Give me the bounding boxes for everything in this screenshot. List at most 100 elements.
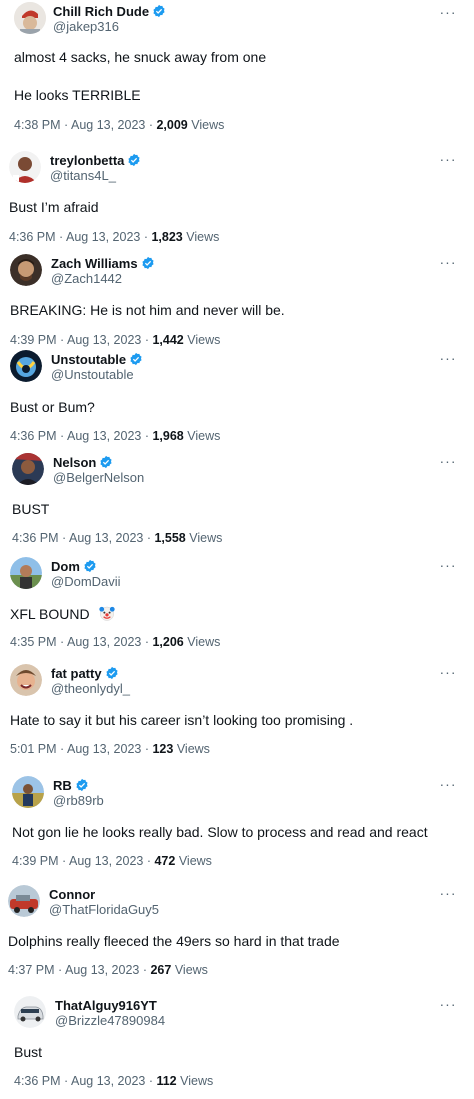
avatar[interactable]: [10, 664, 42, 696]
tweet-date: Aug 13, 2023: [64, 963, 140, 977]
verified-badge-icon: [130, 352, 142, 366]
display-name[interactable]: Dom: [51, 559, 80, 574]
tweet-meta[interactable]: 4:39 PM · Aug 13, 2023 · 1,442 Views: [10, 333, 220, 347]
tweet-text: BREAKING: He is not him and never will b…: [10, 302, 285, 318]
tweet-date: Aug 13, 2023: [65, 230, 141, 244]
verified-badge-icon: [106, 666, 118, 680]
clown-face-emoji: [98, 606, 115, 621]
tweet-text: Bust or Bum?: [10, 399, 95, 415]
tweet-date: Aug 13, 2023: [70, 1074, 146, 1088]
tweet-date: Aug 13, 2023: [66, 429, 142, 443]
verified-badge-icon: [84, 559, 96, 573]
view-count: 267: [150, 963, 172, 977]
tweet-time: 4:39 PM: [12, 854, 59, 868]
display-name[interactable]: Nelson: [53, 455, 96, 470]
tweet-text-content: XFL BOUND: [10, 606, 90, 622]
tweet-meta[interactable]: 4:36 PM · Aug 13, 2023 · 1,558 Views: [12, 531, 222, 545]
more-options-icon[interactable]: ···: [440, 453, 456, 469]
tweet-date: Aug 13, 2023: [66, 742, 142, 756]
view-count: 1,968: [152, 429, 184, 443]
view-count: 1,823: [151, 230, 183, 244]
display-name[interactable]: Connor: [49, 887, 95, 902]
tweet-text: He looks TERRIBLE: [14, 87, 141, 103]
tweet-time: 4:37 PM: [8, 963, 55, 977]
user-handle[interactable]: @theonlydyl_: [51, 681, 130, 696]
user-handle[interactable]: @BelgerNelson: [53, 470, 144, 485]
more-options-icon[interactable]: ···: [440, 664, 456, 680]
tweet-text: XFL BOUND: [10, 604, 116, 622]
user-handle[interactable]: @titans4L_: [50, 168, 116, 183]
verified-badge-icon: [128, 153, 140, 167]
avatar[interactable]: [12, 776, 44, 808]
tweet-meta[interactable]: 4:36 PM · Aug 13, 2023 · 1,968 Views: [10, 429, 220, 443]
user-handle[interactable]: @DomDavii: [51, 574, 121, 589]
user-handle[interactable]: @jakep316: [53, 19, 119, 34]
avatar[interactable]: [10, 557, 42, 589]
tweet-meta[interactable]: 4:38 PM · Aug 13, 2023 · 2,009 Views: [14, 118, 224, 132]
verified-badge-icon: [153, 4, 165, 18]
views-label: Views: [178, 854, 212, 868]
tweet-meta[interactable]: 4:35 PM · Aug 13, 2023 · 1,206 Views: [10, 635, 220, 649]
tweet-meta[interactable]: 4:36 PM · Aug 13, 2023 · 1,823 Views: [9, 230, 219, 244]
tweet-meta[interactable]: 4:37 PM · Aug 13, 2023 · 267 Views: [8, 963, 208, 977]
view-count: 112: [156, 1074, 177, 1088]
user-handle[interactable]: @Zach1442: [51, 271, 122, 286]
view-count: 123: [152, 742, 174, 756]
view-count: 2,009: [156, 118, 188, 132]
tweet-text: Dolphins really fleeced the 49ers so har…: [8, 933, 340, 949]
tweet-text: almost 4 sacks, he snuck away from one: [14, 49, 267, 65]
tweet-meta[interactable]: 4:36 PM · Aug 13, 2023 · 112 Views: [14, 1074, 213, 1088]
display-name[interactable]: fat patty: [51, 666, 102, 681]
tweet-time: 4:39 PM: [10, 333, 57, 347]
avatar[interactable]: [8, 885, 40, 917]
verified-badge-icon: [100, 455, 112, 469]
user-handle[interactable]: @ThatFloridaGuy5: [49, 902, 159, 917]
tweet-meta[interactable]: 5:01 PM · Aug 13, 2023 · 123 Views: [10, 742, 210, 756]
tweet-meta[interactable]: 4:39 PM · Aug 13, 2023 · 472 Views: [12, 854, 212, 868]
avatar[interactable]: [12, 453, 44, 485]
views-label: Views: [186, 230, 220, 244]
verified-badge-icon: [76, 778, 88, 792]
more-options-icon[interactable]: ···: [440, 254, 456, 270]
views-label: Views: [191, 118, 225, 132]
avatar[interactable]: [14, 2, 46, 34]
tweet-date: Aug 13, 2023: [70, 118, 146, 132]
more-options-icon[interactable]: ···: [440, 350, 456, 366]
more-options-icon[interactable]: ···: [440, 996, 456, 1012]
display-name[interactable]: ThatAlguy916YT: [55, 998, 157, 1013]
views-label: Views: [187, 429, 221, 443]
verified-badge-icon: [142, 256, 154, 270]
tweet-time: 4:35 PM: [10, 635, 57, 649]
more-options-icon[interactable]: ···: [440, 885, 456, 901]
tweet-time: 4:36 PM: [9, 230, 56, 244]
display-name[interactable]: Chill Rich Dude: [53, 4, 149, 19]
avatar[interactable]: [9, 151, 41, 183]
views-label: Views: [176, 742, 210, 756]
views-label: Views: [187, 333, 221, 347]
tweet-date: Aug 13, 2023: [66, 333, 142, 347]
user-handle[interactable]: @rb89rb: [53, 793, 104, 808]
avatar[interactable]: [14, 996, 46, 1028]
more-options-icon[interactable]: ···: [440, 4, 456, 20]
tweet-text: Not gon lie he looks really bad. Slow to…: [12, 824, 428, 840]
more-options-icon[interactable]: ···: [440, 776, 456, 792]
avatar[interactable]: [10, 254, 42, 286]
user-handle[interactable]: @Brizzle47890984: [55, 1013, 165, 1028]
views-label: Views: [180, 1074, 214, 1088]
display-name[interactable]: RB: [53, 778, 72, 793]
tweet-date: Aug 13, 2023: [68, 531, 144, 545]
views-label: Views: [187, 635, 221, 649]
view-count: 472: [154, 854, 176, 868]
tweet-text: Bust I’m afraid: [9, 199, 99, 215]
views-label: Views: [174, 963, 208, 977]
more-options-icon[interactable]: ···: [440, 557, 456, 573]
more-options-icon[interactable]: ···: [440, 151, 456, 167]
view-count: 1,558: [154, 531, 186, 545]
user-handle[interactable]: @Unstoutable: [51, 367, 134, 382]
tweet-text: Bust: [14, 1044, 43, 1060]
display-name[interactable]: Zach Williams: [51, 256, 138, 271]
avatar[interactable]: [10, 350, 42, 382]
display-name[interactable]: Unstoutable: [51, 352, 126, 367]
display-name[interactable]: treylonbetta: [50, 153, 124, 168]
tweet-time: 5:01 PM: [10, 742, 57, 756]
